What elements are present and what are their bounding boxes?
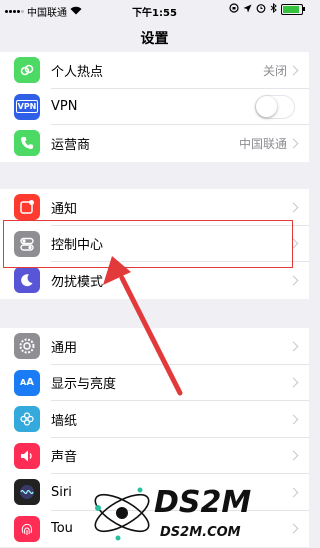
annotation-arrow-icon bbox=[103, 256, 183, 396]
watermark-brand: DS2M bbox=[154, 485, 251, 520]
watermark-url: DS2M.COM bbox=[160, 525, 241, 540]
watermark-logo: DS2M DS2M.COM bbox=[94, 485, 251, 541]
